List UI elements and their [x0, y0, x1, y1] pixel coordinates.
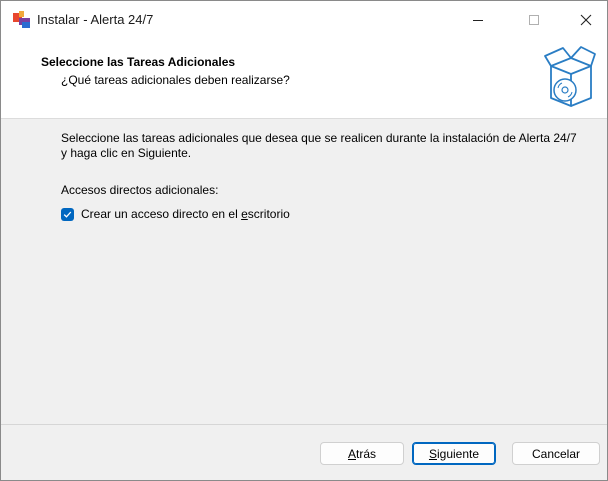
minimize-button[interactable]	[455, 1, 501, 38]
cancel-button[interactable]: Cancelar	[512, 442, 600, 465]
checkmark-icon	[63, 211, 72, 218]
installer-window: Instalar - Alerta 24/7 Seleccione las Ta…	[0, 0, 608, 481]
software-box-icon	[541, 44, 597, 108]
desktop-shortcut-label[interactable]: Crear un acceso directo en el escritorio	[81, 207, 290, 221]
desktop-shortcut-option[interactable]: Crear un acceso directo en el escritorio	[61, 207, 290, 221]
close-icon	[580, 14, 592, 25]
minimize-icon	[473, 19, 483, 21]
page-subtitle: ¿Qué tareas adicionales deben realizarse…	[61, 73, 290, 87]
maximize-icon	[529, 14, 539, 25]
desktop-shortcut-checkbox[interactable]	[61, 207, 74, 221]
group-label: Accesos directos adicionales:	[61, 183, 219, 197]
footer-divider	[1, 424, 607, 425]
window-title: Instalar - Alerta 24/7	[37, 12, 154, 27]
installer-app-icon	[13, 11, 31, 29]
close-button[interactable]	[563, 1, 607, 38]
wizard-header: Seleccione las Tareas Adicionales ¿Qué t…	[1, 38, 607, 119]
maximize-button[interactable]	[511, 1, 557, 38]
page-title: Seleccione las Tareas Adicionales	[41, 55, 236, 69]
instructions-text: Seleccione las tareas adicionales que de…	[61, 131, 577, 160]
title-bar: Instalar - Alerta 24/7	[1, 1, 607, 38]
back-button[interactable]: Atrás	[320, 442, 404, 465]
wizard-body: Seleccione las tareas adicionales que de…	[1, 119, 607, 424]
next-button[interactable]: Siguiente	[412, 442, 496, 465]
